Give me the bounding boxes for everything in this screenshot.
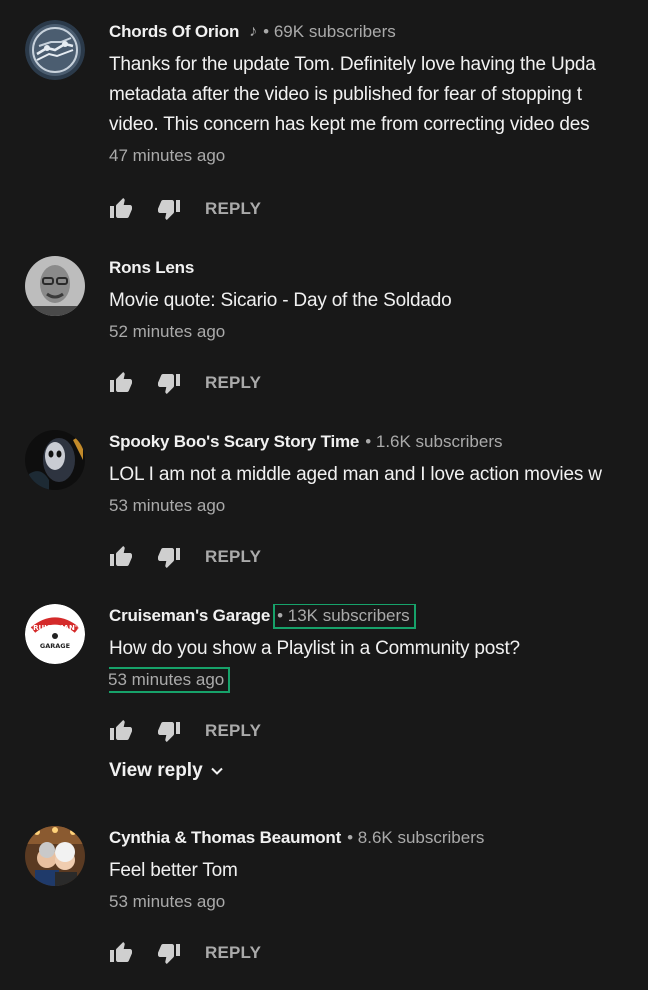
comment-header: Cynthia & Thomas Beaumont • 8.6K subscri… xyxy=(109,826,648,850)
comment-text-line: metadata after the video is published fo… xyxy=(109,84,582,105)
channel-avatar-image: CRUISEMAN'S GARAGE xyxy=(25,604,85,664)
comment-header: Rons Lens xyxy=(109,256,648,280)
comment-header: Chords Of Orion ♪ • 69K subscribers xyxy=(109,20,648,44)
comment-header: Cruiseman's Garage • 13K subscribers xyxy=(109,604,648,629)
comment-body: Rons Lens Movie quote: Sicario - Day of … xyxy=(109,256,648,344)
thumbs-up-icon[interactable] xyxy=(109,371,133,395)
chevron-down-icon xyxy=(210,767,223,775)
subscriber-count: • 8.6K subscribers xyxy=(347,828,485,847)
comment-text-line: How do you show a Playlist in a Communit… xyxy=(109,638,520,659)
thumbs-up-icon[interactable] xyxy=(109,545,133,569)
reply-button[interactable]: REPLY xyxy=(205,721,261,741)
comment-timestamp[interactable]: 53 minutes ago xyxy=(109,494,225,518)
author-name[interactable]: Cruiseman's Garage xyxy=(109,604,270,628)
comment-actions: REPLY xyxy=(109,368,261,398)
thumbs-down-icon[interactable] xyxy=(157,941,181,965)
comment-body: Cruiseman's Garage • 13K subscribers How… xyxy=(109,604,648,693)
channel-avatar-image xyxy=(25,256,85,316)
comment-text-line: LOL I am not a middle aged man and I lov… xyxy=(109,464,602,485)
comment-timestamp[interactable]: 53 minutes ago xyxy=(109,890,225,914)
thumbs-down-icon[interactable] xyxy=(157,371,181,395)
avatar[interactable] xyxy=(25,20,85,80)
thumbs-up-icon[interactable] xyxy=(109,197,133,221)
author-name[interactable]: Cynthia & Thomas Beaumont xyxy=(109,826,341,850)
subscriber-count: • 1.6K subscribers xyxy=(365,432,503,451)
reply-button[interactable]: REPLY xyxy=(205,199,261,219)
thumbs-up-icon[interactable] xyxy=(109,719,133,743)
author-name[interactable]: Rons Lens xyxy=(109,256,194,280)
reply-button[interactable]: REPLY xyxy=(205,943,261,963)
avatar[interactable]: CRUISEMAN'S GARAGE xyxy=(25,604,85,664)
avatar[interactable] xyxy=(25,826,85,886)
avatar-logo-text: CRUISEMAN'S xyxy=(28,624,82,632)
view-reply-button[interactable]: View reply xyxy=(109,756,225,786)
author-name[interactable]: Chords Of Orion xyxy=(109,20,239,44)
thumbs-up-icon[interactable] xyxy=(109,941,133,965)
comment-body: Spooky Boo's Scary Story Time • 1.6K sub… xyxy=(109,430,648,518)
comment-actions: REPLY xyxy=(109,716,261,746)
music-note-icon: ♪ xyxy=(249,23,258,40)
comment-timestamp[interactable]: 53 minutes ago xyxy=(109,667,231,693)
subscriber-count: • 69K subscribers xyxy=(263,22,396,41)
subscriber-count: • 13K subscribers xyxy=(273,604,416,629)
comment-text-line: video. This concern has kept me from cor… xyxy=(109,114,590,135)
comment-body: Cynthia & Thomas Beaumont • 8.6K subscri… xyxy=(109,826,648,914)
avatar-logo-text: GARAGE xyxy=(40,642,70,650)
thumbs-down-icon[interactable] xyxy=(157,719,181,743)
reply-button[interactable]: REPLY xyxy=(205,373,261,393)
comment-timestamp[interactable]: 52 minutes ago xyxy=(109,320,225,344)
channel-avatar-image xyxy=(25,826,85,886)
thumbs-down-icon[interactable] xyxy=(157,197,181,221)
comment-header: Spooky Boo's Scary Story Time • 1.6K sub… xyxy=(109,430,648,454)
channel-avatar-image xyxy=(25,430,85,490)
comment-timestamp[interactable]: 47 minutes ago xyxy=(109,144,225,168)
reply-button[interactable]: REPLY xyxy=(205,547,261,567)
comment-actions: REPLY xyxy=(109,938,261,968)
thumbs-down-icon[interactable] xyxy=(157,545,181,569)
comment-text-line: Thanks for the update Tom. Definitely lo… xyxy=(109,54,596,75)
comment-actions: REPLY xyxy=(109,542,261,572)
author-name[interactable]: Spooky Boo's Scary Story Time xyxy=(109,430,359,454)
comment-body: Chords Of Orion ♪ • 69K subscribers Than… xyxy=(109,20,648,168)
comment-actions: REPLY xyxy=(109,194,261,224)
avatar[interactable] xyxy=(25,430,85,490)
channel-avatar-image xyxy=(25,20,85,80)
comment-text-line: Movie quote: Sicario - Day of the Soldad… xyxy=(109,290,452,311)
comment-text-line: Feel better Tom xyxy=(109,860,238,881)
view-reply-label: View reply xyxy=(109,760,203,781)
avatar[interactable] xyxy=(25,256,85,316)
